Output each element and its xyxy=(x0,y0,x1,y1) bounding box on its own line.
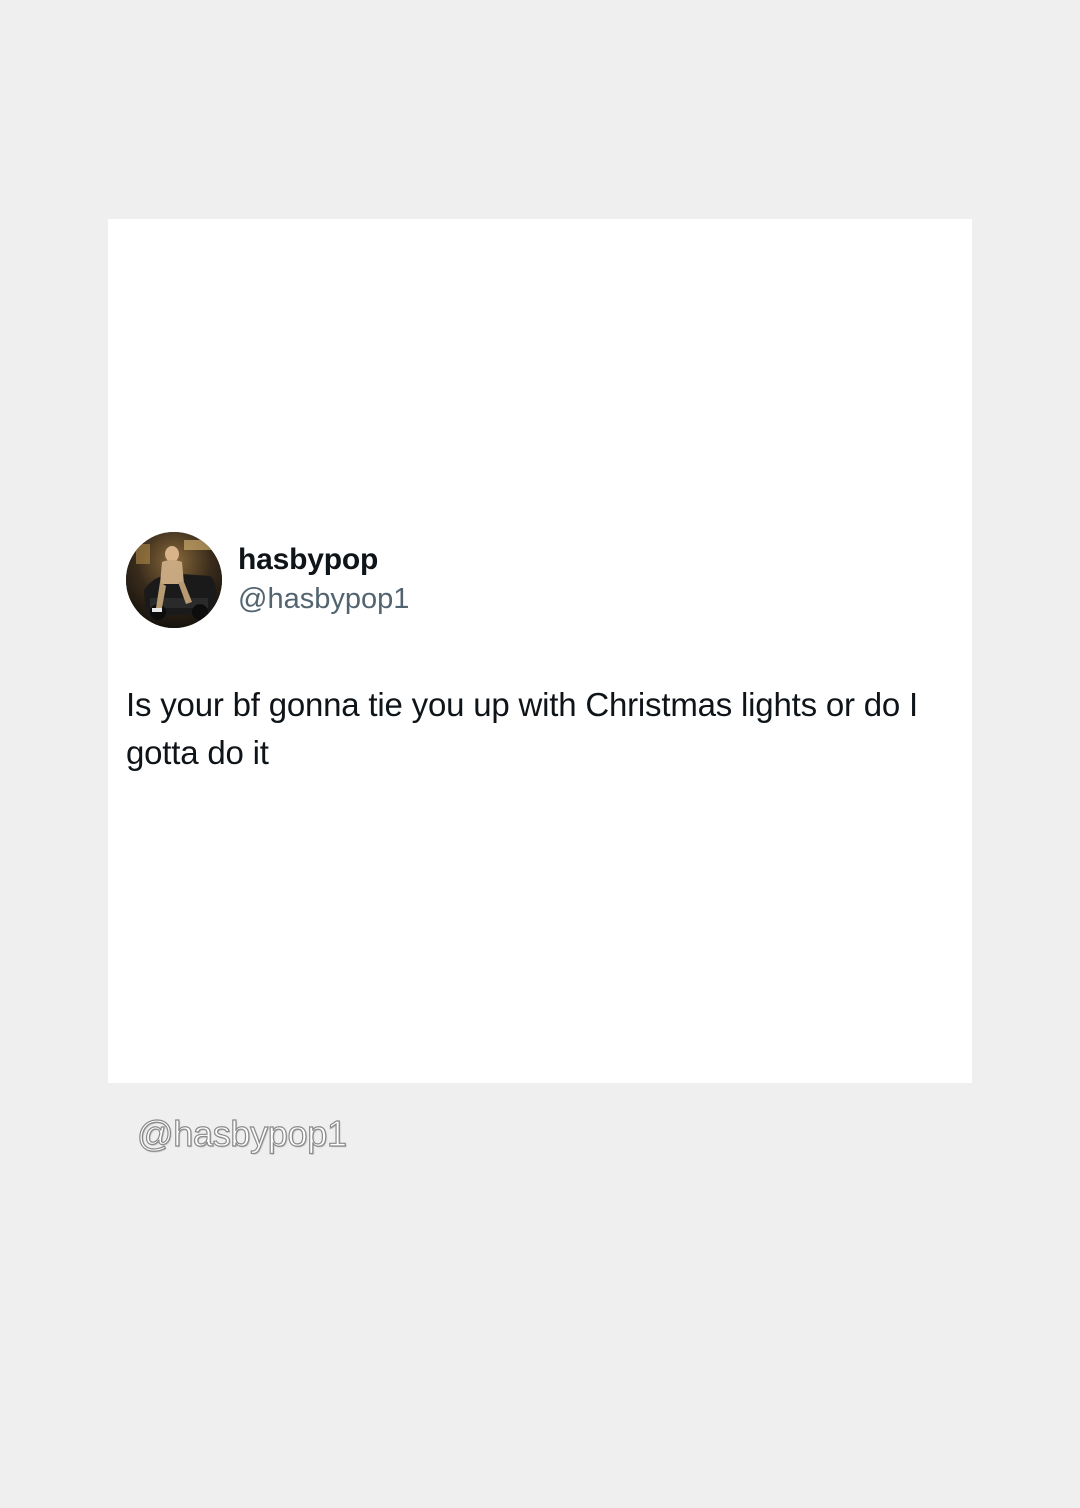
user-handle[interactable]: @hasbypop1 xyxy=(238,580,409,618)
tweet-text: Is your bf gonna tie you up with Christm… xyxy=(126,686,918,771)
profile-photo-icon xyxy=(126,532,222,628)
watermark: @hasbypop1 xyxy=(136,1112,347,1154)
avatar[interactable] xyxy=(126,532,222,628)
tweet-header: hasbypop @hasbypop1 xyxy=(126,532,409,628)
display-name[interactable]: hasbypop xyxy=(238,542,409,578)
tweet-card: hasbypop @hasbypop1 Is your bf gonna tie… xyxy=(108,219,972,1083)
tweet-author: hasbypop @hasbypop1 xyxy=(238,542,409,618)
